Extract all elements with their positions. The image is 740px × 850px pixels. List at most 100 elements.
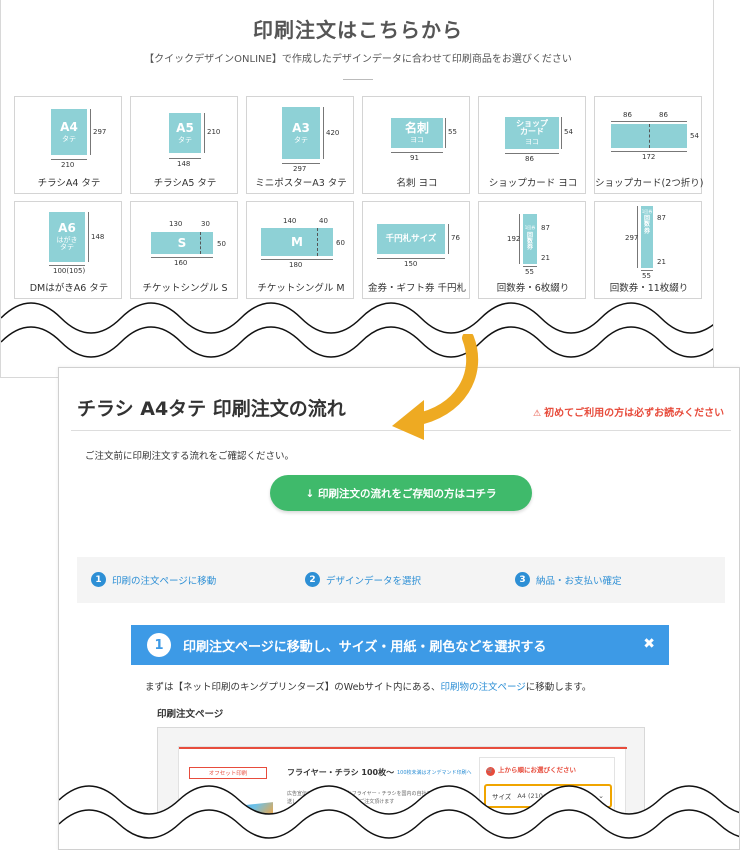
dimension-label: 21 — [657, 258, 666, 266]
step-link-3[interactable]: 3 納品・お支払い確定 — [515, 572, 622, 587]
step-link-2[interactable]: 2 デザインデータを選択 — [305, 572, 421, 587]
dimension-label: 54 — [564, 128, 573, 136]
dimension-label: 55 — [448, 128, 457, 136]
first-time-notice-text: 初めてご利用の方は必ずお読みください — [544, 408, 725, 419]
steps-navigation: 1 印刷の注文ページに移動 2 デザインデータを選択 3 納品・お支払い確定 — [77, 557, 725, 603]
dimension-label: 21 — [541, 254, 550, 262]
dimension-label: 86 — [623, 111, 632, 119]
product-label: ショップカード ヨコ — [488, 178, 578, 189]
intro-text-after: に移動します。 — [525, 682, 592, 693]
a5-shape: A5 タテ — [169, 113, 201, 153]
coupon-6-shape: 1回券 回 数 券 — [523, 214, 537, 264]
dimension-label: 150 — [404, 260, 418, 268]
dimension-label: 54 — [690, 132, 699, 140]
dimension-label: 297 — [93, 128, 107, 136]
product-card-ticket-m[interactable]: 140 40 M 60 180 チケットシングル M — [246, 201, 354, 299]
dimension-label: 60 — [336, 239, 345, 247]
order-page-heading: 印刷注文ページ — [157, 709, 224, 720]
step1-number: 1 — [147, 633, 171, 657]
dimension-label: 30 — [201, 220, 210, 228]
product-card-poster-a3[interactable]: A3 タテ 420 297 ミニポスターA3 タテ — [246, 96, 354, 194]
step-number: 1 — [91, 572, 106, 587]
dimension-label: 297 — [625, 234, 639, 242]
product-card-ticket-s[interactable]: 130 30 S 50 160 チケットシングル S — [130, 201, 238, 299]
product-card-flyer-a5[interactable]: A5 タテ 210 148 チラシA5 タテ — [130, 96, 238, 194]
dimension-label: 76 — [451, 234, 460, 242]
dimension-label: 55 — [525, 268, 534, 276]
product-card-dm-postcard[interactable]: A6 はがき タテ 148 100(105) DMはがきA6 タテ — [14, 201, 122, 299]
product-card-business-card[interactable]: 名刺 ヨコ 55 91 名刺 ヨコ — [362, 96, 470, 194]
dimension-label: 172 — [642, 153, 656, 161]
dimension-label: 180 — [289, 261, 303, 269]
intro-text-before: まずは【ネット印刷のキングプリンターズ】のWebサイト内にある、 — [145, 682, 441, 693]
product-card-coupon-11[interactable]: 1回券 回 数 券 87 297 21 55 回数券・11枚綴り — [594, 201, 702, 299]
dimension-label: 87 — [657, 214, 666, 222]
product-label: ショップカード(2つ折り) — [595, 178, 704, 189]
dimension-label: 50 — [217, 240, 226, 248]
on-demand-link: 100枚未満はオンデマンド印刷へ — [397, 770, 472, 776]
step1-title: 印刷注文ページに移動し、サイズ・用紙・刷色などを選択する — [183, 639, 547, 655]
preview-accent-rule — [179, 747, 627, 749]
step-number: 3 — [515, 572, 530, 587]
dimension-label: 420 — [326, 129, 340, 137]
a4-shape: A4 タテ — [51, 109, 87, 155]
dimension-label: 91 — [410, 154, 419, 162]
voucher-shape: 千円札サイズ — [377, 224, 445, 254]
dimension-label: 100(105) — [53, 267, 86, 275]
a3-shape: A3 タテ — [282, 107, 320, 159]
step1-intro: まずは【ネット印刷のキングプリンターズ】のWebサイト内にある、印刷物の注文ペー… — [145, 679, 591, 693]
ticket-s-shape: S — [151, 232, 213, 254]
dimension-label: 87 — [541, 224, 550, 232]
business-card-shape: 名刺 ヨコ — [391, 118, 443, 148]
step-number: 2 — [305, 572, 320, 587]
a6-postcard-shape: A6 はがき タテ — [49, 212, 85, 262]
dimension-label: 148 — [177, 160, 191, 168]
select-instruction: 🛒 上から順にお選びください — [486, 764, 576, 776]
coupon-11-shape: 1回券 回 数 券 — [641, 206, 653, 268]
skip-flow-button[interactable]: ↓ 印刷注文の流れをご存知の方はコチラ — [270, 475, 532, 511]
page-subtitle: 【クイックデザインONLINE】で作成したデザインデータに合わせて印刷商品をお選… — [144, 54, 572, 65]
flow-page-title: チラシ A4タテ 印刷注文の流れ — [77, 398, 346, 420]
print-order-selection-panel: 印刷注文はこちらから 【クイックデザインONLINE】で作成したデザインデータに… — [0, 0, 714, 378]
dimension-label: 40 — [319, 217, 328, 225]
cart-icon: 🛒 — [486, 767, 495, 776]
dimension-label: 210 — [207, 128, 221, 136]
dimension-label: 140 — [283, 217, 297, 225]
dimension-label: 86 — [525, 155, 534, 163]
title-divider — [343, 79, 373, 80]
first-time-notice-link[interactable]: ⚠ 初めてご利用の方は必ずお読みください — [533, 404, 724, 419]
close-icon[interactable]: ✖ — [643, 636, 655, 652]
order-page-link[interactable]: 印刷物の注文ページ — [440, 682, 525, 693]
dimension-label: 160 — [174, 259, 188, 267]
confirm-instruction: ご注文前に印刷注文する流れをご確認ください。 — [85, 451, 295, 462]
product-label: ミニポスターA3 タテ — [255, 178, 347, 189]
step-label: 納品・お支払い確定 — [536, 575, 622, 587]
product-card-shop-card-folded[interactable]: 86 86 54 172 ショップカード(2つ折り) — [594, 96, 704, 194]
product-card-shop-card[interactable]: ショップ カード ヨコ 54 86 ショップカード ヨコ — [478, 96, 586, 194]
dimension-label: 130 — [169, 220, 183, 228]
dimension-label: 148 — [91, 233, 105, 241]
step-link-1[interactable]: 1 印刷の注文ページに移動 — [91, 572, 216, 587]
step-label: デザインデータを選択 — [326, 575, 422, 587]
product-card-coupon-6[interactable]: 1回券 回 数 券 87 192 21 55 回数券・6枚綴り — [478, 201, 586, 299]
dimension-label: 86 — [659, 111, 668, 119]
curved-arrow-icon — [392, 334, 479, 440]
product-label: チラシA4 タテ — [37, 178, 101, 189]
wavy-cut-top — [1, 302, 713, 377]
dimension-label: 55 — [642, 272, 651, 280]
step1-accordion-header[interactable]: 1 印刷注文ページに移動し、サイズ・用紙・刷色などを選択する ✖ — [131, 625, 669, 665]
product-card-flyer-a4[interactable]: A4 タテ 297 210 チラシA4 タテ — [14, 96, 122, 194]
dimension-label: 297 — [293, 165, 307, 173]
dimension-label: 210 — [61, 161, 75, 169]
wavy-cut-bottom — [59, 785, 739, 849]
warning-triangle-icon: ⚠ — [533, 409, 542, 419]
page-title: 印刷注文はこちらから — [253, 18, 463, 42]
shop-card-shape: ショップ カード ヨコ — [505, 117, 559, 149]
ticket-m-shape: M — [261, 228, 333, 256]
select-instruction-text: 上から順にお選びください — [498, 766, 576, 774]
dimension-label: 192 — [507, 235, 521, 243]
product-label: チラシA5 タテ — [153, 178, 217, 189]
step-label: 印刷の注文ページに移動 — [112, 575, 217, 587]
product-label: 名刺 ヨコ — [396, 178, 438, 189]
product-card-gift-voucher[interactable]: 千円札サイズ 76 150 金券・ギフト券 千円札 — [362, 201, 470, 299]
